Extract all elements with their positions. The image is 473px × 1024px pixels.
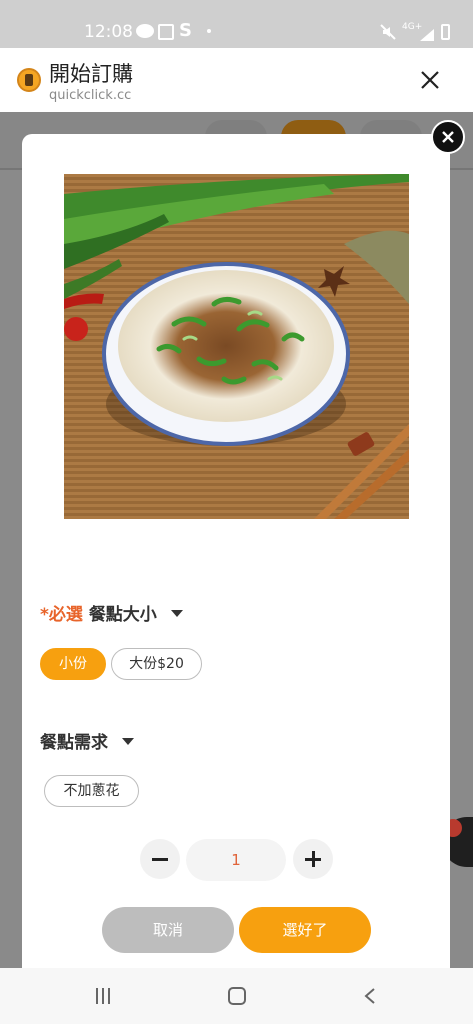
needs-section-title[interactable]: 餐點需求 <box>40 728 134 753</box>
dish-photo <box>64 174 409 519</box>
size-section-label: 餐點大小 <box>88 605 157 625</box>
cancel-button[interactable]: 取消 <box>102 907 234 953</box>
message-bubble-icon <box>136 24 154 38</box>
recent-apps-icon[interactable] <box>96 988 112 1004</box>
quantity-value[interactable]: 1 <box>186 839 286 881</box>
required-tag: *必選 <box>40 605 83 625</box>
app-title: 開始訂購 <box>49 62 133 86</box>
status-time: 12:08 <box>84 22 133 42</box>
home-icon[interactable] <box>228 987 246 1005</box>
option-chip-small[interactable]: 小份 <box>40 648 106 680</box>
minus-icon <box>152 858 168 861</box>
modal-close-button[interactable] <box>431 120 465 154</box>
needs-section-label: 餐點需求 <box>40 733 108 753</box>
back-icon[interactable] <box>364 988 376 1004</box>
signal-icon <box>420 26 434 41</box>
confirm-button[interactable]: 選好了 <box>239 907 371 953</box>
option-chip-no-scallion[interactable]: 不加蔥花 <box>44 775 139 807</box>
option-chip-large[interactable]: 大份$20 <box>111 648 202 680</box>
close-icon[interactable] <box>418 68 442 92</box>
battery-icon <box>441 24 450 40</box>
item-options-modal: *必選 餐點大小 小份 大份$20 餐點需求 不加蔥花 1 取消 選好了 <box>22 134 450 968</box>
decrease-quantity-button[interactable] <box>140 839 180 879</box>
system-nav-bar <box>0 968 473 1024</box>
app-header: 開始訂購 quickclick.cc <box>0 48 473 112</box>
app-logo-icon <box>17 68 41 92</box>
more-notifications-icon <box>207 29 211 33</box>
mute-icon <box>380 24 396 44</box>
size-section-title[interactable]: *必選 餐點大小 <box>40 600 183 625</box>
app-url: quickclick.cc <box>49 88 132 103</box>
status-bar: 12:08 S 4G+ <box>0 0 473 48</box>
increase-quantity-button[interactable] <box>293 839 333 879</box>
caret-down-icon <box>121 737 134 745</box>
caret-down-icon <box>170 609 183 617</box>
s-app-icon: S <box>179 20 192 41</box>
gallery-icon <box>158 24 174 40</box>
